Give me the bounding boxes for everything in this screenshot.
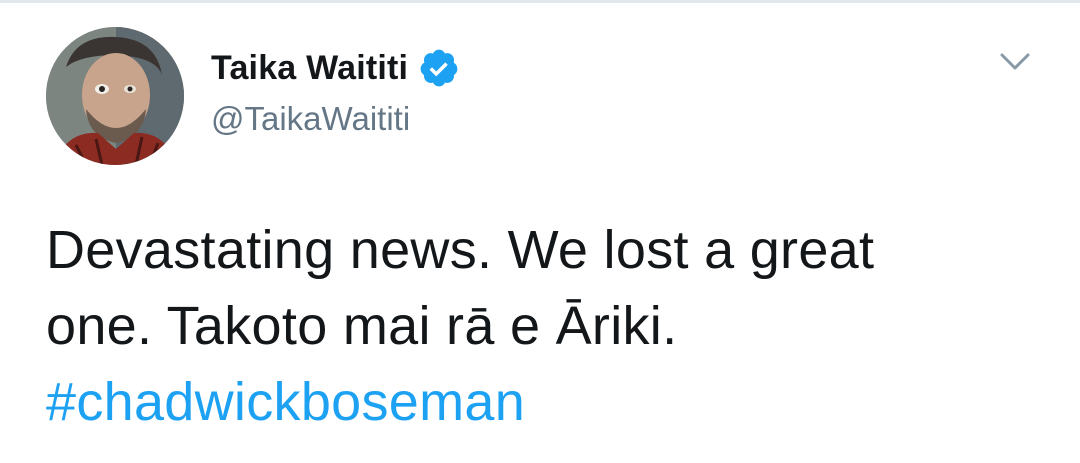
tweet-card: Taika Waititi @TaikaWaititi Devastating … bbox=[0, 0, 1080, 463]
chevron-down-icon[interactable] bbox=[994, 44, 1036, 80]
avatar[interactable] bbox=[46, 27, 184, 165]
verified-badge-icon bbox=[418, 47, 460, 89]
display-name[interactable]: Taika Waititi bbox=[211, 49, 408, 88]
user-handle[interactable]: @TaikaWaititi bbox=[211, 100, 410, 138]
hashtag-link[interactable]: #chadwickboseman bbox=[46, 372, 525, 432]
avatar-image bbox=[46, 27, 184, 165]
tweet-text: Devastating news. We lost a great one. T… bbox=[46, 212, 1046, 440]
divider bbox=[0, 0, 1080, 3]
tweet-text-line-1: Devastating news. We lost a great bbox=[46, 220, 875, 280]
tweet-text-line-2: one. Takoto mai rā e Āriki. bbox=[46, 296, 678, 356]
name-row: Taika Waititi bbox=[211, 44, 460, 92]
